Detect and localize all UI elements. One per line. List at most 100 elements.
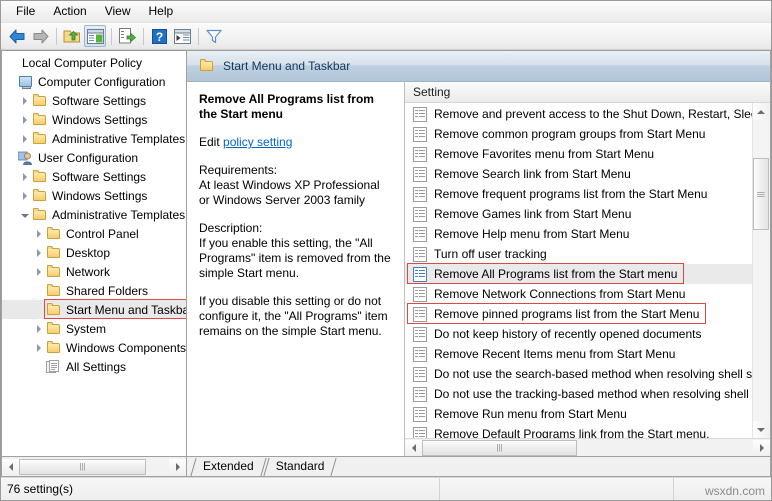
- table-row[interactable]: Remove Network Connections from Start Me…: [405, 284, 752, 304]
- menu-item-view[interactable]: View: [96, 2, 140, 21]
- description-block: Description: If you enable this setting,…: [199, 221, 392, 281]
- scroll-right-button[interactable]: [753, 439, 770, 456]
- table-row[interactable]: Remove Help menu from Start Menu: [405, 224, 752, 244]
- tree-item[interactable]: Local Computer Policy: [2, 53, 186, 72]
- table-row[interactable]: Remove Run menu from Start Menu: [405, 404, 752, 424]
- chevron-down-icon[interactable]: [18, 205, 32, 224]
- export-list-icon[interactable]: [116, 25, 138, 47]
- table-row[interactable]: Remove Favorites menu from Start Menu: [405, 144, 752, 164]
- table-row[interactable]: Do not keep history of recently opened d…: [405, 324, 752, 344]
- tree-scroll-right-button[interactable]: [169, 458, 186, 475]
- table-row[interactable]: Remove Default Programs link from the St…: [405, 424, 752, 438]
- table-row[interactable]: Remove Search link from Start Menu: [405, 164, 752, 184]
- tree-scroll-left-button[interactable]: [2, 458, 19, 475]
- table-row[interactable]: Remove and prevent access to the Shut Do…: [405, 104, 752, 124]
- tree-item[interactable]: Administrative Templates: [2, 129, 186, 148]
- tree-item-label: Desktop: [66, 245, 111, 260]
- column-header-setting[interactable]: Setting: [405, 82, 770, 103]
- table-row[interactable]: Remove All Programs list from the Start …: [405, 264, 752, 284]
- table-row[interactable]: Remove pinned programs list from the Sta…: [405, 304, 752, 324]
- menu-item-file[interactable]: File: [7, 2, 44, 21]
- vscroll-track[interactable]: |||: [753, 120, 769, 421]
- menu-bar: File Action View Help: [1, 1, 771, 23]
- column-header-label: Setting: [413, 85, 451, 99]
- scroll-up-button[interactable]: [753, 103, 769, 120]
- tree-hscroll-track[interactable]: |||: [19, 458, 169, 475]
- filter-icon[interactable]: [203, 25, 225, 47]
- policy-tree[interactable]: Local Computer Policy Computer Configurat…: [2, 51, 186, 456]
- table-row[interactable]: Remove common program groups from Start …: [405, 124, 752, 144]
- tab-extended[interactable]: Extended: [191, 458, 264, 476]
- chevron-right-icon[interactable]: [32, 319, 46, 338]
- settings-list[interactable]: Remove and prevent access to the Shut Do…: [405, 103, 752, 438]
- up-folder-icon[interactable]: [61, 25, 83, 47]
- vscroll-thumb[interactable]: |||: [753, 158, 769, 230]
- folder-icon: [32, 131, 48, 147]
- svg-text:?: ?: [155, 30, 162, 44]
- tree-item-label: Shared Folders: [66, 283, 149, 298]
- policy-setting-icon: [413, 326, 427, 342]
- scroll-left-button[interactable]: [405, 439, 422, 456]
- tree-item[interactable]: Network: [2, 262, 186, 281]
- show-action-pane-icon[interactable]: [171, 25, 193, 47]
- forward-arrow-icon[interactable]: [29, 25, 51, 47]
- tree-item[interactable]: Shared Folders: [2, 281, 186, 300]
- chevron-right-icon[interactable]: [18, 186, 32, 205]
- view-tabs[interactable]: Extended Standard: [187, 457, 771, 477]
- table-row[interactable]: Do not use the tracking-based method whe…: [405, 384, 752, 404]
- tree-item[interactable]: Windows Components: [2, 338, 186, 357]
- policy-setting-link[interactable]: policy setting: [223, 135, 292, 149]
- folder-icon: [46, 302, 62, 318]
- table-row[interactable]: Remove frequent programs list from the S…: [405, 184, 752, 204]
- chevron-right-icon[interactable]: [18, 167, 32, 186]
- show-hide-console-tree-icon[interactable]: [84, 25, 106, 47]
- tree-hscrollbar[interactable]: |||: [1, 457, 187, 477]
- policy-setting-icon: [413, 186, 427, 202]
- tree-item[interactable]: Administrative Templates: [2, 205, 186, 224]
- tab-standard[interactable]: Standard: [264, 458, 335, 476]
- tree-item[interactable]: Software Settings: [2, 167, 186, 186]
- description-label: Description:: [199, 221, 263, 235]
- scroll-down-button[interactable]: [753, 421, 769, 438]
- tree-item[interactable]: Software Settings: [2, 91, 186, 110]
- tree-item[interactable]: All Settings: [2, 357, 186, 376]
- table-row[interactable]: Do not use the search-based method when …: [405, 364, 752, 384]
- back-arrow-icon[interactable]: [6, 25, 28, 47]
- tree-item[interactable]: Computer Configuration: [2, 72, 186, 91]
- tree-item[interactable]: Windows Settings: [2, 110, 186, 129]
- chevron-right-icon[interactable]: [32, 243, 46, 262]
- tree-item[interactable]: Start Menu and Taskbar: [2, 300, 186, 319]
- table-row[interactable]: Remove Games link from Start Menu: [405, 204, 752, 224]
- hscroll-track[interactable]: |||: [422, 439, 753, 456]
- tree-item[interactable]: Control Panel: [2, 224, 186, 243]
- table-row[interactable]: Turn off user tracking: [405, 244, 752, 264]
- setting-label: Remove Favorites menu from Start Menu: [434, 147, 655, 161]
- policy-setting-icon: [413, 386, 427, 402]
- hscroll-thumb[interactable]: |||: [422, 439, 577, 456]
- chevron-right-icon[interactable]: [32, 224, 46, 243]
- chevron-right-icon[interactable]: [32, 262, 46, 281]
- chevron-right-icon[interactable]: [18, 129, 32, 148]
- setting-label: Remove Run menu from Start Menu: [434, 407, 627, 421]
- tree-hscroll-thumb[interactable]: |||: [19, 458, 146, 475]
- chevron-right-icon[interactable]: [18, 110, 32, 129]
- chevron-right-icon[interactable]: [32, 338, 46, 357]
- settings-list-vscrollbar[interactable]: |||: [752, 103, 770, 438]
- help-icon[interactable]: ?: [148, 25, 170, 47]
- table-row[interactable]: Remove Recent Items menu from Start Menu: [405, 344, 752, 364]
- tree-item[interactable]: Desktop: [2, 243, 186, 262]
- chevron-right-icon[interactable]: [18, 91, 32, 110]
- folder-icon: [46, 245, 62, 261]
- settings-list-hscrollbar[interactable]: |||: [405, 438, 770, 456]
- menu-item-action[interactable]: Action: [44, 2, 95, 21]
- tree-item[interactable]: System: [2, 319, 186, 338]
- folder-icon: [46, 226, 62, 242]
- tree-item[interactable]: Windows Settings: [2, 186, 186, 205]
- tree-item[interactable]: User Configuration: [2, 148, 186, 167]
- menu-item-help[interactable]: Help: [140, 2, 183, 21]
- folder-icon: [32, 93, 48, 109]
